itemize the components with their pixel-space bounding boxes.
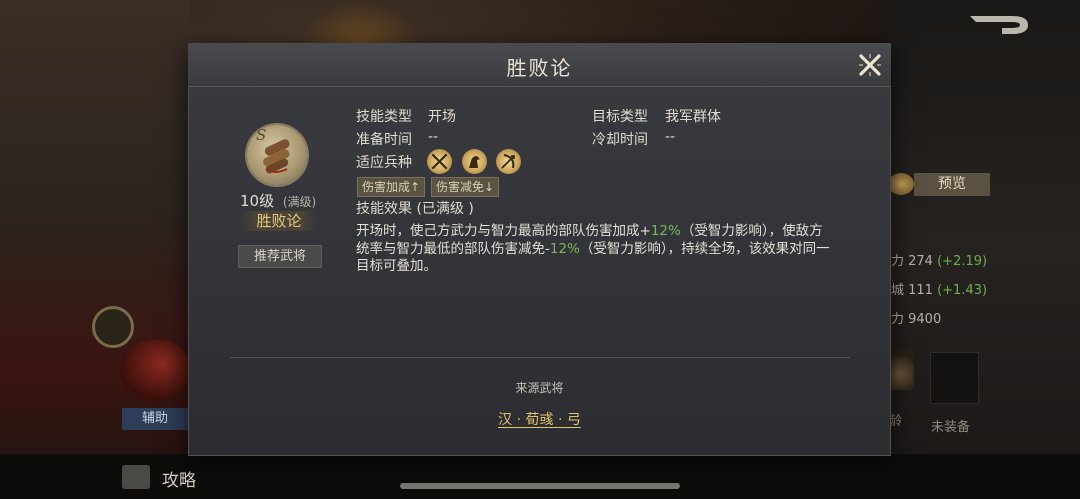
prep-time-value: -- xyxy=(428,129,439,145)
divider xyxy=(230,357,850,358)
cooldown-label: 冷却时间 xyxy=(592,132,648,148)
equipment-slot-label: 未装备 xyxy=(931,420,971,435)
archer-icon xyxy=(496,149,521,174)
character-figure xyxy=(120,340,190,400)
source-general-link[interactable]: 汉 · 荀彧 · 弓 xyxy=(188,409,891,429)
skill-effect-title: 技能效果 (已满级 ) xyxy=(356,201,474,217)
skill-type-label: 技能类型 xyxy=(356,109,412,125)
skill-effect-description: 开场时，使己方武力与智力最高的部队伤害加成+12%（受智力影响），使敌方统率与智… xyxy=(356,223,830,274)
role-tag: 辅助 xyxy=(122,408,188,430)
skill-type-value: 开场 xyxy=(428,109,456,125)
close-icon[interactable] xyxy=(856,51,884,79)
tag-damage-reduction: 伤害减免↓ xyxy=(431,177,500,197)
target-type-value: 我军群体 xyxy=(665,109,721,125)
home-indicator[interactable] xyxy=(400,483,680,489)
cooldown-value: -- xyxy=(665,129,676,145)
target-type-label: 目标类型 xyxy=(592,109,648,125)
back-arrow-icon[interactable] xyxy=(966,10,1032,38)
recommend-general-button[interactable]: 推荐武将 xyxy=(238,245,322,268)
preview-eye-icon xyxy=(888,173,914,195)
equipment-slot[interactable] xyxy=(930,352,979,404)
guide-book-icon[interactable] xyxy=(122,465,150,489)
skill-level-value: 10级 xyxy=(240,192,275,210)
skill-detail-modal: 胜败论 S 10级 (满级) 胜败论 推荐武将 技能类型 开场 目标类型 我军群… xyxy=(188,43,891,456)
skill-name: 胜败论 xyxy=(256,212,302,230)
skill-level-note: (满级) xyxy=(282,195,317,209)
modal-header: 胜败论 xyxy=(188,43,891,87)
modal-title: 胜败论 xyxy=(506,56,573,80)
stat-line-2: 城 111 (+1.43) xyxy=(891,283,988,298)
preview-button[interactable]: 预览 xyxy=(914,173,990,196)
tag-damage-bonus: 伤害加成↑ xyxy=(357,177,426,197)
prep-time-label: 准备时间 xyxy=(356,132,412,148)
background-top-decoration xyxy=(300,0,420,45)
infantry-icon xyxy=(427,149,452,174)
cavalry-icon xyxy=(462,149,487,174)
stat-line-3: 力 9400 xyxy=(891,312,942,327)
guide-label[interactable]: 攻略 xyxy=(162,466,196,491)
stat-line-1: 力 274 (+2.19) xyxy=(891,254,988,269)
skill-level: 10级 (满级) xyxy=(240,190,316,211)
troop-type-label: 适应兵种 xyxy=(356,155,412,171)
source-general-label: 来源武将 xyxy=(515,381,564,395)
skill-grade-badge: S xyxy=(256,126,267,144)
character-staff-icon xyxy=(92,306,134,348)
